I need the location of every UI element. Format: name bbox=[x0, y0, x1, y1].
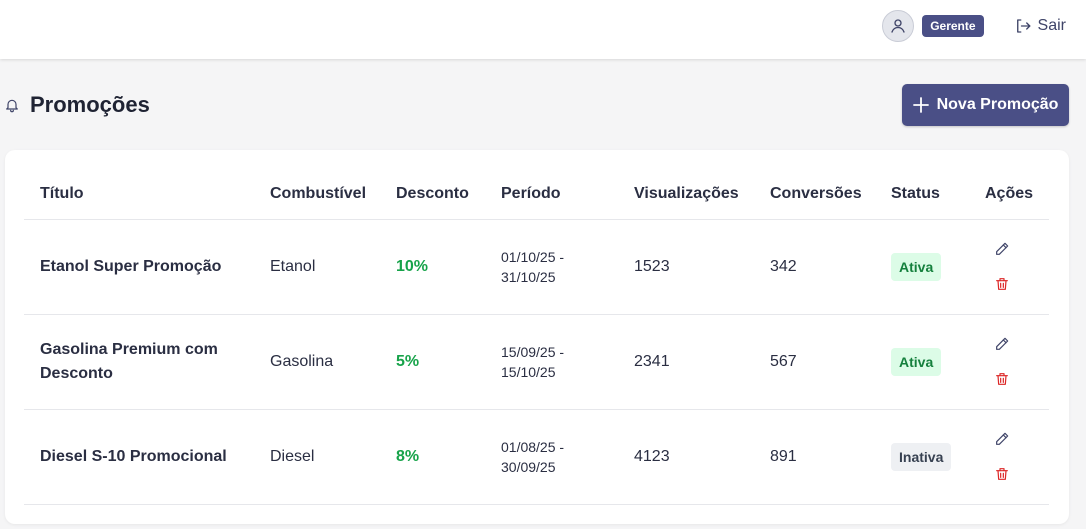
avatar[interactable] bbox=[882, 10, 915, 42]
role-badge: Gerente bbox=[922, 15, 984, 37]
promotion-title: Gasolina Premium com Desconto bbox=[24, 314, 270, 410]
column-header-status: Status bbox=[891, 170, 985, 220]
pencil-icon bbox=[996, 337, 1009, 350]
promotion-discount: 5% bbox=[396, 352, 420, 370]
promotion-views: 1523 bbox=[634, 219, 770, 315]
page-header: Promoções Nova Promoção bbox=[0, 84, 1086, 126]
promotion-discount: 8% bbox=[396, 447, 420, 465]
new-promotion-button[interactable]: Nova Promoção bbox=[902, 84, 1069, 126]
status-badge: Ativa bbox=[891, 347, 942, 376]
promotion-discount: 10% bbox=[396, 257, 429, 275]
user-area: Gerente Sair bbox=[882, 10, 1066, 42]
pencil-icon bbox=[996, 242, 1009, 255]
logout-icon bbox=[1016, 19, 1030, 33]
column-header-discount: Desconto bbox=[396, 170, 501, 220]
promotions-card: Título Combustível Desconto Período Visu… bbox=[5, 150, 1069, 524]
column-header-fuel: Combustível bbox=[270, 170, 396, 220]
promotion-fuel: Diesel bbox=[270, 409, 396, 505]
promotions-table: Título Combustível Desconto Período Visu… bbox=[24, 170, 1049, 505]
column-header-actions: Ações bbox=[985, 170, 1049, 220]
promotion-period: 01/10/25 - 31/10/25 bbox=[501, 248, 565, 285]
delete-button[interactable] bbox=[993, 465, 1011, 483]
user-icon bbox=[891, 19, 905, 33]
promotion-period: 15/09/25 - 15/10/25 bbox=[501, 343, 565, 380]
bell-icon bbox=[6, 99, 18, 113]
row-actions bbox=[985, 240, 1049, 293]
edit-button[interactable] bbox=[993, 335, 1011, 353]
promotion-views: 4123 bbox=[634, 409, 770, 505]
promotion-fuel: Etanol bbox=[270, 219, 396, 315]
promotion-conversions: 567 bbox=[770, 314, 891, 410]
page-title: Promoções bbox=[30, 92, 150, 117]
promotion-period: 01/08/25 - 30/09/25 bbox=[501, 438, 565, 475]
trash-icon bbox=[996, 468, 1008, 480]
column-header-period: Período bbox=[501, 170, 634, 220]
top-bar: Gerente Sair bbox=[0, 0, 1086, 59]
edit-button[interactable] bbox=[993, 240, 1011, 258]
logout-button[interactable]: Sair bbox=[1014, 17, 1066, 35]
plus-icon bbox=[912, 97, 929, 113]
logout-label: Sair bbox=[1037, 17, 1066, 34]
promotion-conversions: 891 bbox=[770, 409, 891, 505]
promotion-conversions: 342 bbox=[770, 219, 891, 315]
pencil-icon bbox=[996, 432, 1009, 445]
delete-button[interactable] bbox=[993, 370, 1011, 388]
table-row: Diesel S-10 Promocional Diesel 8% 01/08/… bbox=[24, 409, 1049, 505]
row-actions bbox=[985, 430, 1049, 483]
page-title-wrap: Promoções bbox=[4, 92, 150, 118]
edit-button[interactable] bbox=[993, 430, 1011, 448]
promotion-fuel: Gasolina bbox=[270, 314, 396, 410]
promotion-title: Diesel S-10 Promocional bbox=[24, 409, 270, 505]
column-header-title: Título bbox=[24, 170, 270, 220]
trash-icon bbox=[996, 373, 1008, 385]
new-promotion-label: Nova Promoção bbox=[936, 96, 1059, 113]
promotion-views: 2341 bbox=[634, 314, 770, 410]
column-header-conversions: Conversões bbox=[770, 170, 891, 220]
delete-button[interactable] bbox=[993, 275, 1011, 293]
trash-icon bbox=[996, 278, 1008, 290]
promotion-title: Etanol Super Promoção bbox=[24, 219, 270, 315]
table-header-row: Título Combustível Desconto Período Visu… bbox=[24, 170, 1049, 220]
table-row: Gasolina Premium com Desconto Gasolina 5… bbox=[24, 314, 1049, 410]
table-row: Etanol Super Promoção Etanol 10% 01/10/2… bbox=[24, 219, 1049, 315]
status-badge: Inativa bbox=[891, 442, 952, 471]
status-badge: Ativa bbox=[891, 252, 942, 281]
column-header-views: Visualizações bbox=[634, 170, 770, 220]
row-actions bbox=[985, 335, 1049, 388]
